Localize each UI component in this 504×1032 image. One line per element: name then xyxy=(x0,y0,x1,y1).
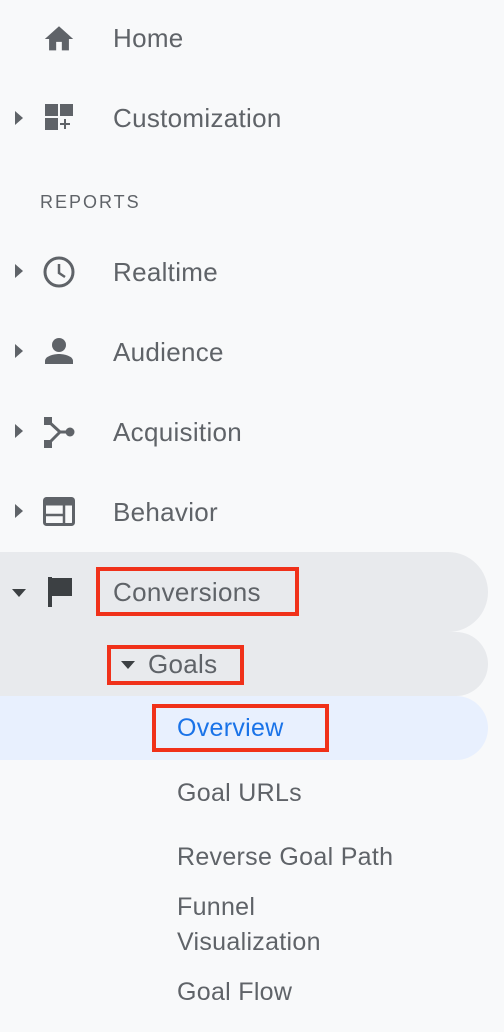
acquisition-icon xyxy=(44,417,75,448)
nav-item-label: Acquisition xyxy=(113,417,243,447)
nav-item-acquisition[interactable]: Acquisition xyxy=(0,392,504,472)
nav-item-home[interactable]: Home xyxy=(0,0,504,80)
nav-item-label: Customization xyxy=(113,103,282,133)
dashboard-add-icon xyxy=(45,104,73,130)
nav-item-label: Home xyxy=(113,23,184,53)
nav-item-label: Goal URLs xyxy=(177,779,302,807)
caret-right-icon xyxy=(15,111,23,125)
nav-item-label: Visualization xyxy=(177,928,321,956)
person-icon xyxy=(45,338,73,364)
nav-item-goal-flow[interactable]: Goal Flow xyxy=(0,960,488,1024)
nav-item-customization[interactable]: Customization xyxy=(0,80,504,160)
nav-item-reverse-goal-path[interactable]: Reverse Goal Path xyxy=(0,824,488,888)
nav-item-label: Behavior xyxy=(113,497,219,527)
nav-item-label: Realtime xyxy=(113,257,218,287)
nav-item-label: Audience xyxy=(113,337,224,367)
nav-item-label: Reverse Goal Path xyxy=(177,843,394,871)
section-header-reports: REPORTS xyxy=(40,192,141,212)
flag-icon xyxy=(48,577,72,607)
nav-item-realtime[interactable]: Realtime xyxy=(0,232,504,312)
nav-item-audience[interactable]: Audience xyxy=(0,312,504,392)
caret-right-icon xyxy=(15,264,23,278)
caret-right-icon xyxy=(15,424,23,438)
behavior-icon xyxy=(43,497,75,526)
caret-right-icon xyxy=(15,504,23,518)
highlight-box-overview xyxy=(152,704,329,752)
home-icon xyxy=(44,26,74,51)
highlight-box-goals xyxy=(107,645,244,685)
nav-item-funnel-visualization[interactable]: Funnel Visualization xyxy=(0,888,488,960)
highlight-box-conversions xyxy=(96,567,299,616)
nav-item-goals[interactable]: Goals xyxy=(0,632,488,696)
nav-item-label: Goal Flow xyxy=(177,978,293,1006)
caret-down-icon xyxy=(12,589,26,597)
caret-right-icon xyxy=(15,344,23,358)
nav-item-goal-urls[interactable]: Goal URLs xyxy=(0,760,488,824)
nav-item-behavior[interactable]: Behavior xyxy=(0,472,504,552)
nav-item-label: Funnel xyxy=(177,893,256,921)
clock-icon xyxy=(43,256,75,288)
